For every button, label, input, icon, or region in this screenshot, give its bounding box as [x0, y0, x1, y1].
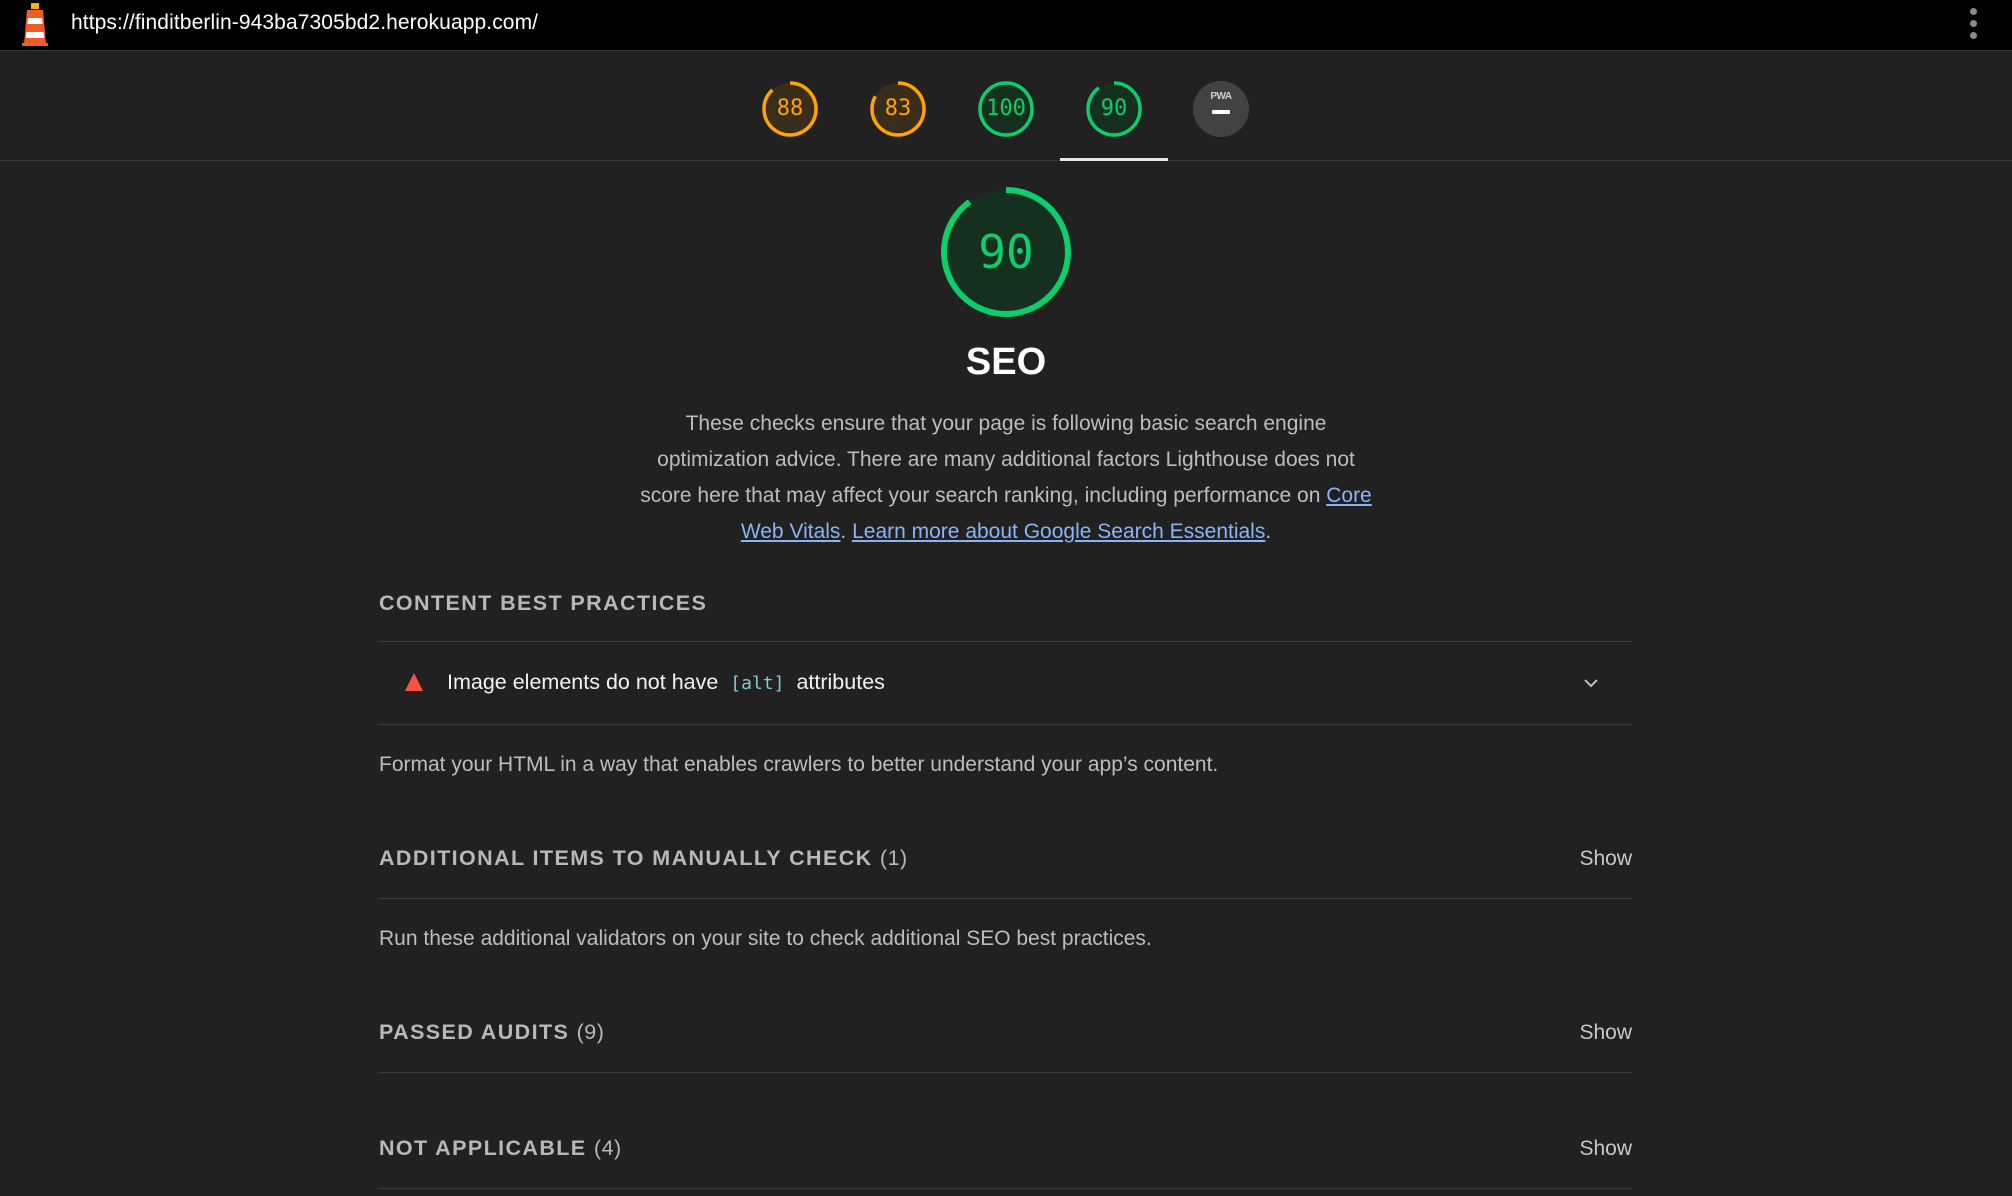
divider — [379, 724, 1632, 725]
group-description-content: Format your HTML in a way that enables c… — [379, 753, 1219, 776]
score-accessibility: 83 — [884, 96, 912, 121]
pwa-label: PWA — [1210, 91, 1232, 102]
audit-title-text-end: attributes — [796, 670, 885, 694]
group-title-content-best-practices: CONTENT BEST PRACTICES — [379, 591, 708, 615]
passed-title-text: PASSED AUDITS — [379, 1020, 570, 1044]
passed-count: (9) — [576, 1020, 605, 1044]
group-title-passed[interactable]: PASSED AUDITS (9) — [379, 1020, 604, 1045]
group-title-manual[interactable]: ADDITIONAL ITEMS TO MANUALLY CHECK (1) — [379, 846, 908, 871]
score-performance: 88 — [776, 96, 804, 121]
gauge-performance[interactable]: 88 — [761, 80, 819, 138]
gauge-pwa[interactable]: PWA — [1193, 81, 1249, 137]
show-button-passed[interactable]: Show — [1579, 1021, 1632, 1045]
audit-title: Image elements do not have [alt] attribu… — [447, 670, 885, 695]
gauge-seo[interactable]: 90 — [1085, 80, 1143, 138]
gauge-best-practices[interactable]: 100 — [977, 80, 1035, 138]
not-applicable-count: (4) — [593, 1136, 622, 1160]
fail-triangle-icon — [405, 673, 423, 691]
seo-score-gauge: 90 — [940, 186, 1072, 318]
group-title-not-applicable[interactable]: NOT APPLICABLE (4) — [379, 1136, 622, 1161]
manual-count: (1) — [879, 846, 908, 870]
lighthouse-icon — [22, 3, 48, 46]
manual-title-text: ADDITIONAL ITEMS TO MANUALLY CHECK — [379, 846, 873, 870]
divider — [379, 1188, 1632, 1189]
show-button-manual[interactable]: Show — [1579, 847, 1632, 871]
divider — [379, 898, 1632, 899]
gauge-accessibility[interactable]: 83 — [869, 80, 927, 138]
browser-bar: https://finditberlin-943ba7305bd2.heroku… — [0, 0, 2012, 51]
category-description: These checks ensure that your page is fo… — [640, 406, 1372, 550]
chevron-down-icon[interactable] — [1580, 672, 1602, 694]
dash-icon — [1212, 110, 1230, 114]
audit-code: [alt] — [730, 673, 785, 694]
not-applicable-title-text: NOT APPLICABLE — [379, 1136, 587, 1160]
audit-title-text: Image elements do not have — [447, 670, 719, 694]
description-end: . — [1265, 520, 1272, 543]
category-title: SEO — [965, 341, 1047, 383]
score-nav: 88 83 100 90 PWA — [0, 51, 2012, 161]
divider — [379, 1072, 1632, 1073]
score-best-practices: 100 — [986, 96, 1026, 121]
active-tab-indicator — [1060, 158, 1168, 161]
audit-image-alt[interactable]: Image elements do not have [alt] attribu… — [379, 642, 1632, 724]
score-seo: 90 — [1100, 96, 1128, 121]
show-button-not-applicable[interactable]: Show — [1579, 1137, 1632, 1161]
description-text: These checks ensure that your page is fo… — [640, 412, 1355, 507]
description-separator: . — [840, 520, 853, 543]
group-description-manual: Run these additional validators on your … — [379, 927, 1152, 950]
page-url: https://finditberlin-943ba7305bd2.heroku… — [71, 11, 539, 34]
kebab-menu-icon[interactable] — [1970, 8, 1978, 40]
seo-score: 90 — [978, 225, 1034, 279]
search-essentials-link[interactable]: Learn more about Google Search Essential… — [852, 520, 1265, 543]
